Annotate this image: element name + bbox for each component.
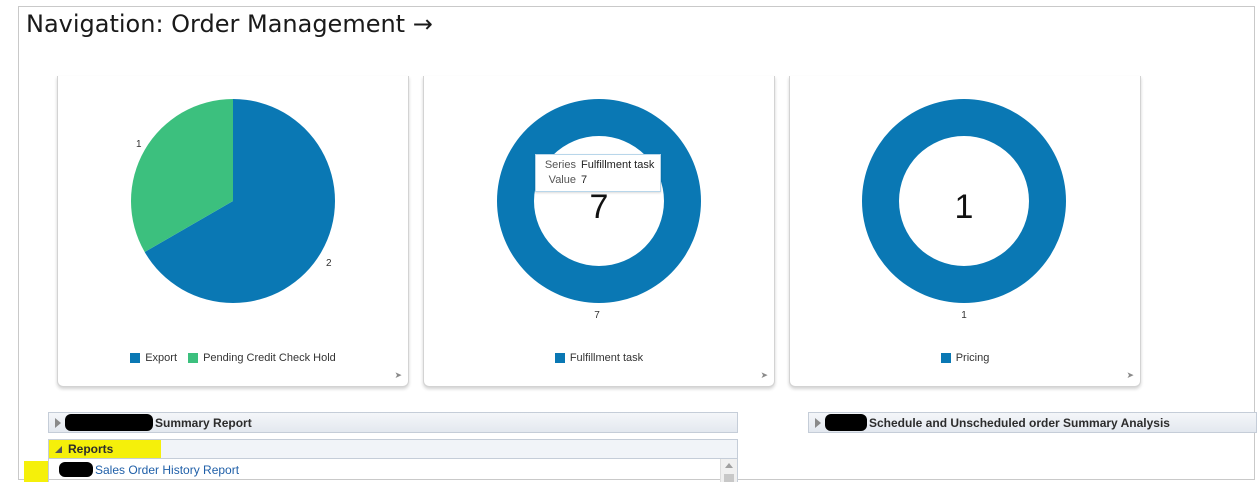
- legend-item-pricing[interactable]: Pricing: [940, 352, 990, 364]
- chart-card-pie: 2 1 Export Pending Credit Check Hold ➤: [57, 76, 409, 387]
- disclosure-collapsed-icon[interactable]: [815, 417, 821, 428]
- legend-swatch: [188, 353, 199, 363]
- chart-legend: Fulfillment task: [424, 352, 774, 366]
- tooltip-value-value: 7: [581, 174, 588, 186]
- data-label-pricing: 1: [961, 310, 967, 321]
- chart-legend: Pricing: [790, 352, 1140, 366]
- donut-chart: 1 1: [862, 99, 1066, 321]
- page-title: Navigation: Order Management →: [26, 10, 433, 38]
- donut-center-value: 1: [955, 188, 974, 226]
- legend-swatch: [554, 353, 565, 363]
- redacted-text: [59, 462, 93, 477]
- legend-swatch: [130, 353, 141, 363]
- legend-label: Pending Credit Check Hold: [203, 352, 336, 364]
- reports-panel-header[interactable]: Reports: [48, 439, 738, 459]
- tooltip-series-value: Fulfillment task: [581, 159, 655, 171]
- data-label-pending: 1: [136, 139, 142, 150]
- panel-title: Reports: [68, 442, 114, 456]
- donut-chart: 7 7: [497, 99, 701, 321]
- chart-tooltip: Series Fulfillment task Value 7: [535, 154, 662, 192]
- data-label-export: 2: [326, 258, 332, 269]
- schedule-analysis-panel-header[interactable]: Schedule and Unscheduled order Summary A…: [808, 412, 1257, 433]
- summary-report-panel-header[interactable]: Summary Report: [48, 412, 738, 433]
- highlight-marker: [24, 461, 49, 482]
- donut-center-value: 7: [590, 188, 609, 226]
- chart-legend: Export Pending Credit Check Hold: [58, 352, 408, 366]
- legend-label: Pricing: [955, 352, 990, 364]
- panel-title: Summary Report: [155, 415, 252, 430]
- disclosure-expanded-icon[interactable]: [55, 445, 62, 453]
- tooltip-series-key: Series: [544, 159, 576, 171]
- legend-item-export[interactable]: Export: [130, 352, 177, 364]
- report-link-sales-order-history[interactable]: Sales Order History Report: [59, 462, 239, 477]
- legend-label: Fulfillment task: [569, 352, 644, 364]
- chart-card-pricing: 1 1 Pricing ➤: [789, 76, 1141, 387]
- tooltip-value-key: Value: [548, 174, 576, 186]
- redacted-text: [825, 414, 867, 431]
- legend-item-pending-credit-check-hold[interactable]: Pending Credit Check Hold: [188, 352, 336, 364]
- legend-item-fulfillment-task[interactable]: Fulfillment task: [554, 352, 644, 364]
- chart-card-fulfillment: 7 7 Series Fulfillment task Value 7 Fulfil…: [423, 76, 775, 387]
- reports-list: Sales Order History Report: [48, 459, 738, 482]
- legend-label: Export: [145, 352, 178, 364]
- data-label-fulfillment: 7: [594, 310, 600, 321]
- scroll-up-icon[interactable]: [725, 463, 733, 468]
- disclosure-collapsed-icon[interactable]: [55, 417, 61, 428]
- redacted-text: [65, 414, 153, 431]
- scrollbar[interactable]: [720, 459, 737, 482]
- expand-arrow-icon[interactable]: ➤: [1126, 370, 1134, 381]
- pie-chart: 2 1: [131, 99, 335, 303]
- scroll-thumb[interactable]: [724, 474, 734, 482]
- panel-title: Schedule and Unscheduled order Summary A…: [869, 415, 1170, 430]
- legend-swatch: [940, 353, 951, 363]
- expand-arrow-icon[interactable]: ➤: [760, 370, 768, 381]
- expand-arrow-icon[interactable]: ➤: [394, 370, 402, 381]
- report-link-label: Sales Order History Report: [95, 462, 240, 477]
- reports-highlight: Reports: [49, 440, 161, 458]
